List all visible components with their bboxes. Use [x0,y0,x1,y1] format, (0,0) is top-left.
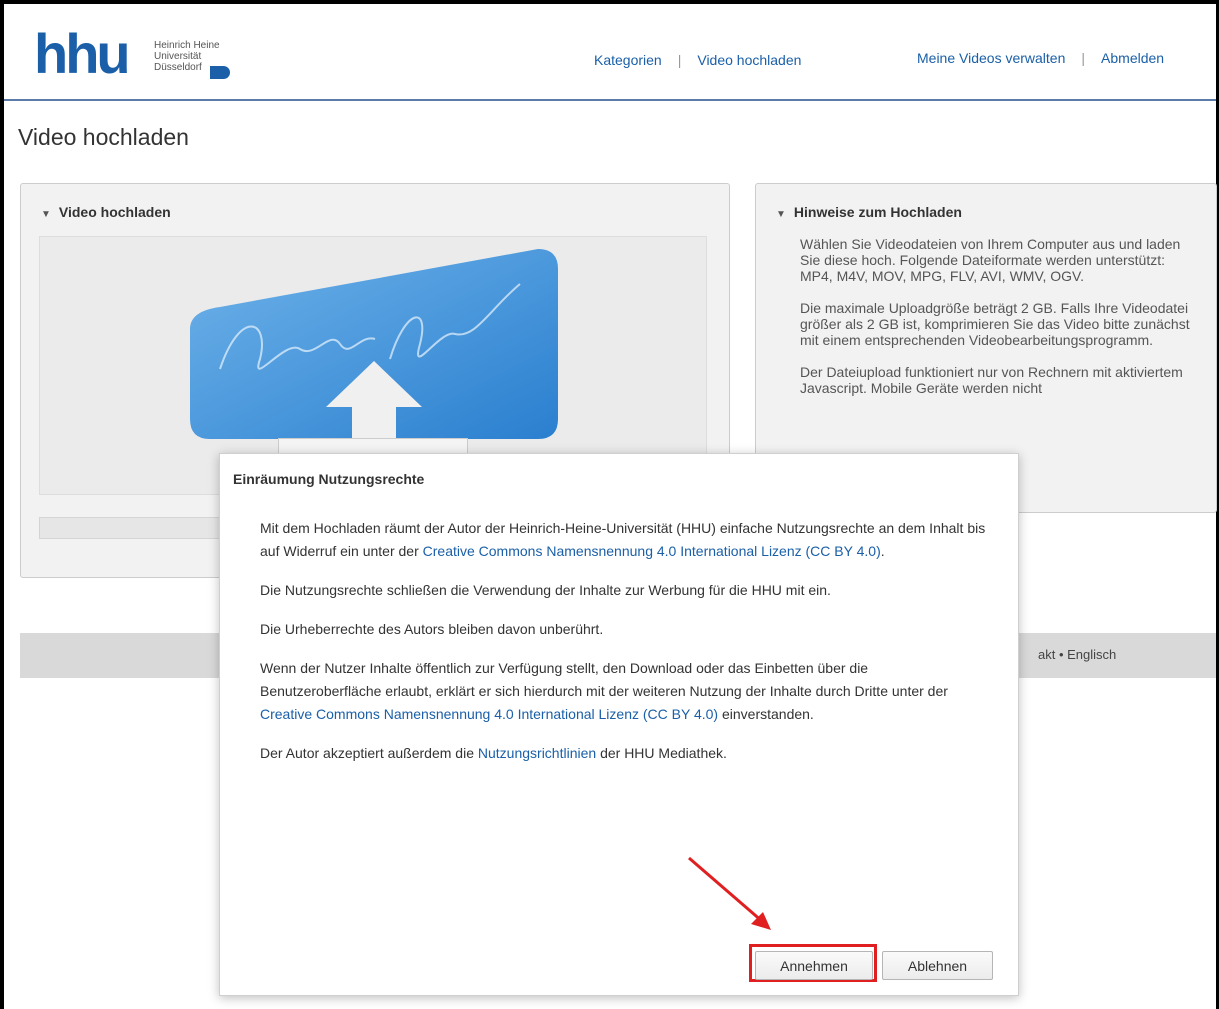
nav-abmelden[interactable]: Abmelden [1101,50,1164,66]
dialog-paragraph: Mit dem Hochladen räumt der Autor der He… [260,517,990,563]
collapse-triangle-icon: ▼ [776,209,786,220]
cc-license-link[interactable]: Creative Commons Namensnennung 4.0 Inter… [423,543,881,559]
logo-mark-icon [210,66,230,79]
upload-panel-title: Video hochladen [58,204,171,220]
dialog-paragraph: Wenn der Nutzer Inhalte öffentlich zur V… [260,657,990,726]
main-nav: Kategorien | Video hochladen [594,52,801,68]
collapse-triangle-icon: ▼ [41,209,51,220]
logo-line: Universität [154,51,202,62]
nav-separator: | [677,52,682,68]
hints-panel-title: Hinweise zum Hochladen [793,204,962,220]
upload-illustration-icon [190,249,558,439]
nav-video-hochladen[interactable]: Video hochladen [697,52,801,68]
dialog-paragraph: Der Autor akzeptiert außerdem die Nutzun… [260,742,990,765]
nav-kategorien[interactable]: Kategorien [594,52,662,68]
page-title: Video hochladen [18,124,189,150]
site-header: hhu Heinrich Heine Universität Düsseldor… [4,4,1216,101]
nav-meine-videos[interactable]: Meine Videos verwalten [917,50,1065,66]
nav-separator: | [1081,50,1086,66]
upload-panel-header[interactable]: ▼ Video hochladen [41,204,171,220]
dialog-paragraph: Die Urheberrechte des Autors bleiben dav… [260,621,604,637]
hints-panel-header[interactable]: ▼ Hinweise zum Hochladen [776,204,962,220]
hhu-logo[interactable]: hhu Heinrich Heine Universität Düsseldor… [34,22,254,88]
usage-rights-dialog: Einräumung Nutzungsrechte Mit dem Hochla… [219,453,1019,996]
hints-text: Wählen Sie Videodateien von Ihrem Comput… [800,236,1200,412]
dialog-text: Der Autor akzeptiert außerdem die [260,745,478,761]
dialog-text: einverstanden. [718,706,814,722]
dialog-title: Einräumung Nutzungsrechte [233,471,425,487]
logo-wordmark: hhu [34,22,131,85]
hint-paragraph: Wählen Sie Videodateien von Ihrem Comput… [800,236,1181,284]
reject-button[interactable]: Ablehnen [882,951,993,980]
red-arrow-annotation-icon [688,856,771,930]
footer-links[interactable]: akt • Englisch [1038,647,1116,662]
usage-guidelines-link[interactable]: Nutzungsrichtlinien [478,745,596,761]
dialog-paragraph: Die Nutzungsrechte schließen die Verwend… [260,582,831,598]
accept-button[interactable]: Annehmen [755,951,873,980]
hint-paragraph: Der Dateiupload funktioniert nur von Rec… [800,364,1183,396]
hint-paragraph: Die maximale Uploadgröße beträgt 2 GB. F… [800,300,1190,348]
cc-license-link[interactable]: Creative Commons Namensnennung 4.0 Inter… [260,706,718,722]
dialog-text: der HHU Mediathek. [596,745,727,761]
user-nav: Meine Videos verwalten | Abmelden [917,50,1164,66]
logo-line: Heinrich Heine [154,40,220,51]
dialog-body: Mit dem Hochladen räumt der Autor der He… [260,517,990,781]
dialog-text: Wenn der Nutzer Inhalte öffentlich zur V… [260,660,948,699]
dialog-text: . [880,543,885,559]
